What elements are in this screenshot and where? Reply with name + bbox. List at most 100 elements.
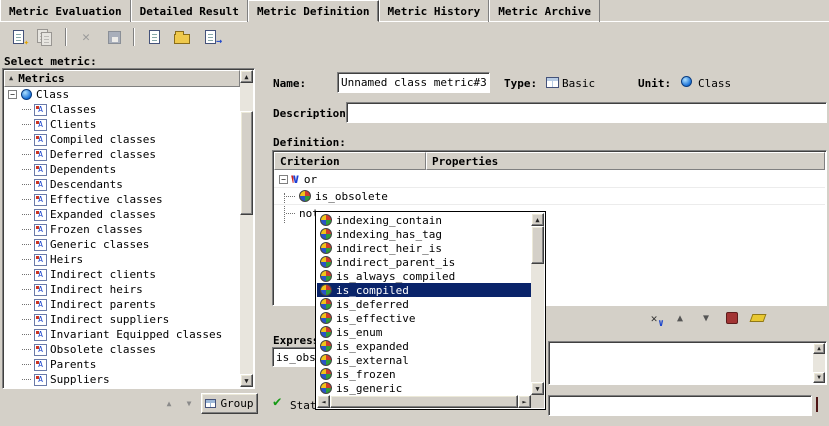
class-unit-icon xyxy=(21,89,32,100)
tree-scrollbar-thumb[interactable] xyxy=(240,111,253,215)
clear-definition-button[interactable] xyxy=(749,309,767,327)
toggle-and-or-button[interactable]: ✕ xyxy=(645,309,663,327)
scroll-up-icon[interactable]: ▲ xyxy=(240,70,253,83)
criterion-option[interactable]: indexing_has_tag xyxy=(317,227,531,241)
tree-item[interactable]: Invariant Equipped classes xyxy=(4,327,240,342)
tree-item[interactable]: Obsolete classes xyxy=(4,342,240,357)
criterion-dropdown: indexing_contain indexing_has_tag indire… xyxy=(315,211,546,410)
tree-root-class[interactable]: − Class xyxy=(4,87,240,102)
tree-item[interactable]: Generic classes xyxy=(4,237,240,252)
tree-item[interactable]: Deferred classes xyxy=(4,147,240,162)
scroll-down-icon[interactable]: ▼ xyxy=(531,382,544,395)
move-criterion-up-button[interactable]: ▲ xyxy=(671,309,689,327)
tree-branch-line xyxy=(22,289,31,290)
import-metrics-button[interactable] xyxy=(142,26,166,48)
expression-viewer-scrollbar[interactable]: ▲ ▼ xyxy=(813,343,825,383)
metric-icon xyxy=(34,224,47,236)
criterion-option[interactable]: is_enum xyxy=(317,325,531,339)
tree-item[interactable]: Expanded classes xyxy=(4,207,240,222)
status-detail-field[interactable] xyxy=(548,395,812,416)
criterion-row-is-obsolete[interactable]: is_obsolete xyxy=(274,188,825,205)
criterion-option[interactable]: indirect_heir_is xyxy=(317,241,531,255)
duplicate-metric-button[interactable] xyxy=(34,26,58,48)
criterion-row-or[interactable]: − ∨ or xyxy=(274,171,825,188)
tree-item[interactable]: Classes xyxy=(4,102,240,117)
save-metric-button[interactable] xyxy=(102,26,126,48)
scroll-up-icon[interactable]: ▲ xyxy=(813,343,825,354)
tab[interactable]: Metric Archive xyxy=(489,0,600,22)
tree-item[interactable]: Compiled classes xyxy=(4,132,240,147)
criterion-option[interactable]: indexing_contain xyxy=(317,213,531,227)
metric-icon xyxy=(34,359,47,371)
move-metric-down-button[interactable]: ▼ xyxy=(180,394,198,412)
metric-icon xyxy=(34,194,47,206)
criterion-icon xyxy=(320,354,332,366)
criterion-option-label: indirect_parent_is xyxy=(336,256,455,269)
criterion-option[interactable]: is_frozen xyxy=(317,367,531,381)
criterion-column-header[interactable]: Criterion xyxy=(274,152,426,170)
scroll-right-icon[interactable]: ► xyxy=(518,395,531,408)
properties-column-header[interactable]: Properties xyxy=(426,152,825,170)
dropdown-hscroll-thumb[interactable] xyxy=(330,395,518,408)
name-value: Unnamed class metric#3 xyxy=(341,76,487,89)
new-metric-button[interactable]: ✦ xyxy=(6,26,30,48)
scroll-left-icon[interactable]: ◄ xyxy=(317,395,330,408)
collapse-icon[interactable]: − xyxy=(279,175,288,184)
toggle-and-or-icon: ✕ xyxy=(651,312,658,325)
metric-tree: − Class Classes Clients xyxy=(4,87,240,387)
tree-item[interactable]: Clients xyxy=(4,117,240,132)
criterion-option[interactable]: is_effective xyxy=(317,311,531,325)
remove-criterion-button[interactable] xyxy=(723,309,741,327)
dropdown-vscroll-thumb[interactable] xyxy=(531,226,544,264)
tab[interactable]: Metric Definition xyxy=(248,0,379,22)
metric-tree-header[interactable]: ▲ Metrics xyxy=(4,70,240,87)
scroll-down-icon[interactable]: ▼ xyxy=(813,372,825,383)
move-metric-up-button[interactable]: ▲ xyxy=(160,394,178,412)
tree-item[interactable]: Indirect suppliers xyxy=(4,312,240,327)
name-input[interactable]: Unnamed class metric#3 xyxy=(337,72,490,93)
tree-item[interactable]: Indirect clients xyxy=(4,267,240,282)
criterion-icon xyxy=(320,340,332,352)
criterion-option[interactable]: indirect_parent_is xyxy=(317,255,531,269)
criterion-option-label: is_frozen xyxy=(336,368,396,381)
tree-item[interactable]: Indirect parents xyxy=(4,297,240,312)
criterion-option[interactable]: is_always_compiled xyxy=(317,269,531,283)
open-metrics-file-button[interactable] xyxy=(170,26,194,48)
tree-item[interactable]: Dependents xyxy=(4,162,240,177)
criterion-option[interactable]: is_expanded xyxy=(317,339,531,353)
expression-viewer[interactable]: ▲ ▼ xyxy=(548,341,827,385)
tree-item[interactable]: Effective classes xyxy=(4,192,240,207)
metric-icon xyxy=(34,284,47,296)
tree-item[interactable]: Suppliers xyxy=(4,372,240,387)
scroll-up-icon[interactable]: ▲ xyxy=(531,213,544,226)
tree-branch-line xyxy=(22,184,31,185)
metric-icon xyxy=(34,134,47,146)
criterion-option[interactable]: is_deferred xyxy=(317,297,531,311)
tab[interactable]: Detailed Result xyxy=(131,0,248,22)
criterion-option[interactable]: is_generic xyxy=(317,381,531,395)
criterion-option[interactable]: is_compiled xyxy=(317,283,531,297)
export-metrics-button[interactable]: → xyxy=(198,26,222,48)
description-input[interactable] xyxy=(346,102,827,123)
tree-item[interactable]: Heirs xyxy=(4,252,240,267)
tree-item[interactable]: Parents xyxy=(4,357,240,372)
criterion-option[interactable]: is_external xyxy=(317,353,531,367)
tab[interactable]: Metric Evaluation xyxy=(0,0,131,22)
tab-label: Metric Archive xyxy=(498,5,591,18)
collapse-icon[interactable]: − xyxy=(8,90,17,99)
tree-item[interactable]: Indirect heirs xyxy=(4,282,240,297)
scroll-down-icon[interactable]: ▼ xyxy=(240,374,253,387)
tree-item[interactable]: Descendants xyxy=(4,177,240,192)
move-criterion-down-button[interactable]: ▼ xyxy=(697,309,715,327)
comment-icon[interactable] xyxy=(816,397,818,412)
dropdown-horizontal-scrollbar[interactable]: ◄ ► xyxy=(317,395,531,408)
tab-label: Metric Evaluation xyxy=(9,5,122,18)
delete-metric-button[interactable]: ✕ xyxy=(74,26,98,48)
tab-label: Detailed Result xyxy=(140,5,239,18)
group-toggle-button[interactable]: Group xyxy=(201,393,258,414)
tree-item[interactable]: Frozen classes xyxy=(4,222,240,237)
tree-item-label: Clients xyxy=(50,118,96,131)
tab[interactable]: Metric History xyxy=(379,0,490,22)
tree-scrollbar[interactable]: ▲ ▼ xyxy=(240,70,253,387)
dropdown-vertical-scrollbar[interactable]: ▲ ▼ xyxy=(531,213,544,395)
